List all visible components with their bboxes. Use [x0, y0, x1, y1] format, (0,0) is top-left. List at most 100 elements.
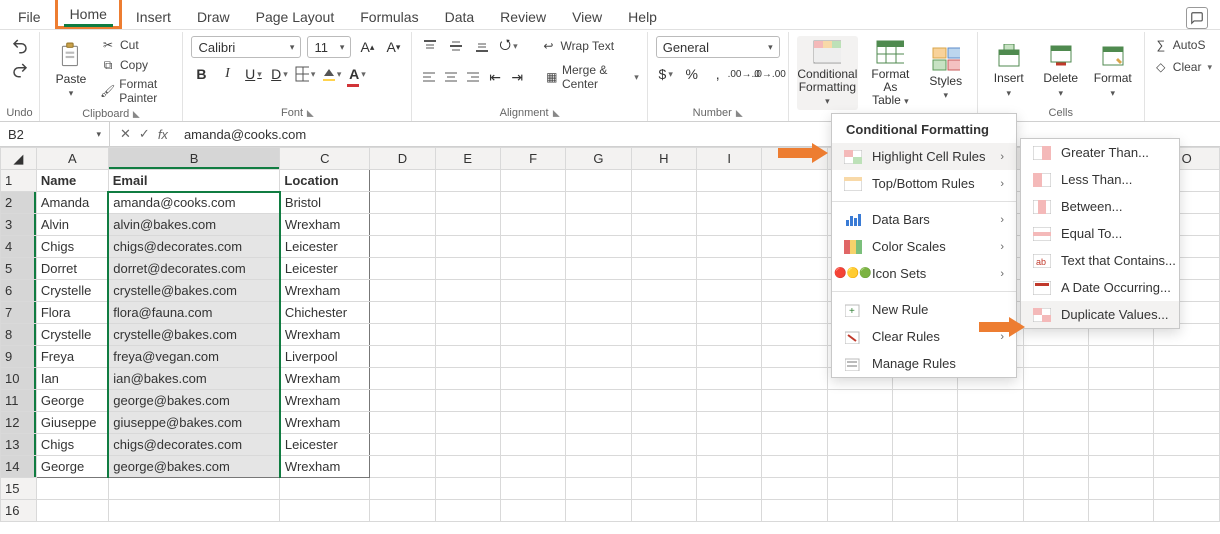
- cell[interactable]: [893, 478, 958, 500]
- cell[interactable]: [435, 170, 500, 192]
- cell[interactable]: [435, 324, 500, 346]
- row-header[interactable]: 14: [1, 456, 37, 478]
- cell[interactable]: Crystelle: [36, 324, 108, 346]
- cell[interactable]: george@bakes.com: [108, 390, 280, 412]
- copy-button[interactable]: ⧉Copy: [100, 56, 174, 74]
- redo-button[interactable]: [10, 60, 30, 80]
- cell[interactable]: [958, 500, 1023, 522]
- cell[interactable]: Alvin: [36, 214, 108, 236]
- currency-button[interactable]: $▾: [656, 64, 676, 84]
- cell[interactable]: [566, 456, 631, 478]
- format-as-table-button[interactable]: Format AsTable ▾: [864, 36, 917, 110]
- cell[interactable]: [370, 302, 435, 324]
- conditional-formatting-button[interactable]: ConditionalFormatting ▾: [797, 36, 858, 110]
- row-header[interactable]: 5: [1, 258, 37, 280]
- cell[interactable]: [697, 324, 762, 346]
- cell[interactable]: [435, 456, 500, 478]
- cell[interactable]: [370, 412, 435, 434]
- format-cells-button[interactable]: Format▾: [1090, 40, 1136, 100]
- cell[interactable]: [500, 302, 565, 324]
- cell[interactable]: [697, 412, 762, 434]
- cf-color-scales[interactable]: Color Scales›: [832, 233, 1016, 260]
- cell[interactable]: [1089, 390, 1154, 412]
- col-header-I[interactable]: I: [697, 148, 762, 170]
- row-header[interactable]: 3: [1, 214, 37, 236]
- cell[interactable]: [762, 412, 827, 434]
- select-all-corner[interactable]: ◢: [1, 148, 37, 170]
- cell[interactable]: [1154, 368, 1220, 390]
- cell[interactable]: [1154, 478, 1220, 500]
- format-painter-button[interactable]: 🖌Format Painter: [100, 76, 174, 106]
- cell[interactable]: [1154, 346, 1220, 368]
- cell[interactable]: freya@vegan.com: [108, 346, 280, 368]
- cell[interactable]: [36, 500, 108, 522]
- cell[interactable]: Ian: [36, 368, 108, 390]
- cell[interactable]: [566, 214, 631, 236]
- cell[interactable]: [958, 434, 1023, 456]
- cell[interactable]: [697, 192, 762, 214]
- cell[interactable]: [697, 456, 762, 478]
- cf-top-bottom-rules[interactable]: Top/Bottom Rules›: [832, 170, 1016, 197]
- cell[interactable]: [697, 258, 762, 280]
- cell[interactable]: [500, 280, 565, 302]
- cell[interactable]: Liverpool: [280, 346, 370, 368]
- cell[interactable]: [566, 324, 631, 346]
- cell[interactable]: [1023, 368, 1088, 390]
- cell[interactable]: [435, 390, 500, 412]
- cell[interactable]: [435, 346, 500, 368]
- cell[interactable]: Wrexham: [280, 280, 370, 302]
- cell[interactable]: Wrexham: [280, 368, 370, 390]
- cell[interactable]: [631, 258, 696, 280]
- cut-button[interactable]: ✂Cut: [100, 36, 174, 54]
- cell[interactable]: [435, 302, 500, 324]
- cell[interactable]: [435, 478, 500, 500]
- cell[interactable]: [697, 302, 762, 324]
- fx-icon[interactable]: fx: [158, 127, 168, 142]
- cell[interactable]: amanda@cooks.com: [108, 192, 280, 214]
- row-header[interactable]: 12: [1, 412, 37, 434]
- cell[interactable]: [566, 434, 631, 456]
- col-header-F[interactable]: F: [500, 148, 565, 170]
- cell[interactable]: Name: [36, 170, 108, 192]
- hcr-date-occurring[interactable]: A Date Occurring...: [1021, 274, 1179, 301]
- cell[interactable]: [1023, 412, 1088, 434]
- cell[interactable]: [762, 346, 827, 368]
- autosum-button[interactable]: ∑AutoS: [1153, 36, 1206, 54]
- cell[interactable]: [827, 500, 892, 522]
- tab-help[interactable]: Help: [616, 3, 669, 29]
- cell[interactable]: [566, 478, 631, 500]
- tab-view[interactable]: View: [560, 3, 614, 29]
- cell[interactable]: [370, 434, 435, 456]
- cell[interactable]: [827, 390, 892, 412]
- cell[interactable]: [827, 412, 892, 434]
- borders-button[interactable]: ▾: [295, 64, 315, 84]
- merge-center-button[interactable]: ▦Merge & Center▾: [545, 62, 638, 92]
- cell[interactable]: [893, 434, 958, 456]
- cell[interactable]: [566, 258, 631, 280]
- delete-cells-button[interactable]: Delete▾: [1038, 40, 1084, 100]
- cell[interactable]: [1089, 434, 1154, 456]
- cell[interactable]: dorret@decorates.com: [108, 258, 280, 280]
- percent-button[interactable]: %: [682, 64, 702, 84]
- cell[interactable]: [370, 456, 435, 478]
- cell[interactable]: Wrexham: [280, 324, 370, 346]
- cell[interactable]: [762, 390, 827, 412]
- tab-home[interactable]: Home: [55, 0, 122, 29]
- cell[interactable]: [631, 236, 696, 258]
- clear-button[interactable]: ◇Clear▾: [1153, 58, 1212, 76]
- col-header-D[interactable]: D: [370, 148, 435, 170]
- cell[interactable]: [566, 302, 631, 324]
- cell[interactable]: [697, 170, 762, 192]
- cell[interactable]: Leicester: [280, 258, 370, 280]
- tab-formulas[interactable]: Formulas: [348, 3, 430, 29]
- cell[interactable]: [435, 500, 500, 522]
- align-right-button[interactable]: [465, 67, 481, 87]
- cell[interactable]: [1154, 500, 1220, 522]
- cell[interactable]: [1023, 478, 1088, 500]
- increase-indent-button[interactable]: ⇥: [509, 67, 525, 87]
- tab-review[interactable]: Review: [488, 3, 558, 29]
- cell[interactable]: [370, 346, 435, 368]
- comma-button[interactable]: ,: [708, 64, 728, 84]
- cell[interactable]: [566, 346, 631, 368]
- hcr-duplicate-values[interactable]: Duplicate Values...: [1021, 301, 1179, 328]
